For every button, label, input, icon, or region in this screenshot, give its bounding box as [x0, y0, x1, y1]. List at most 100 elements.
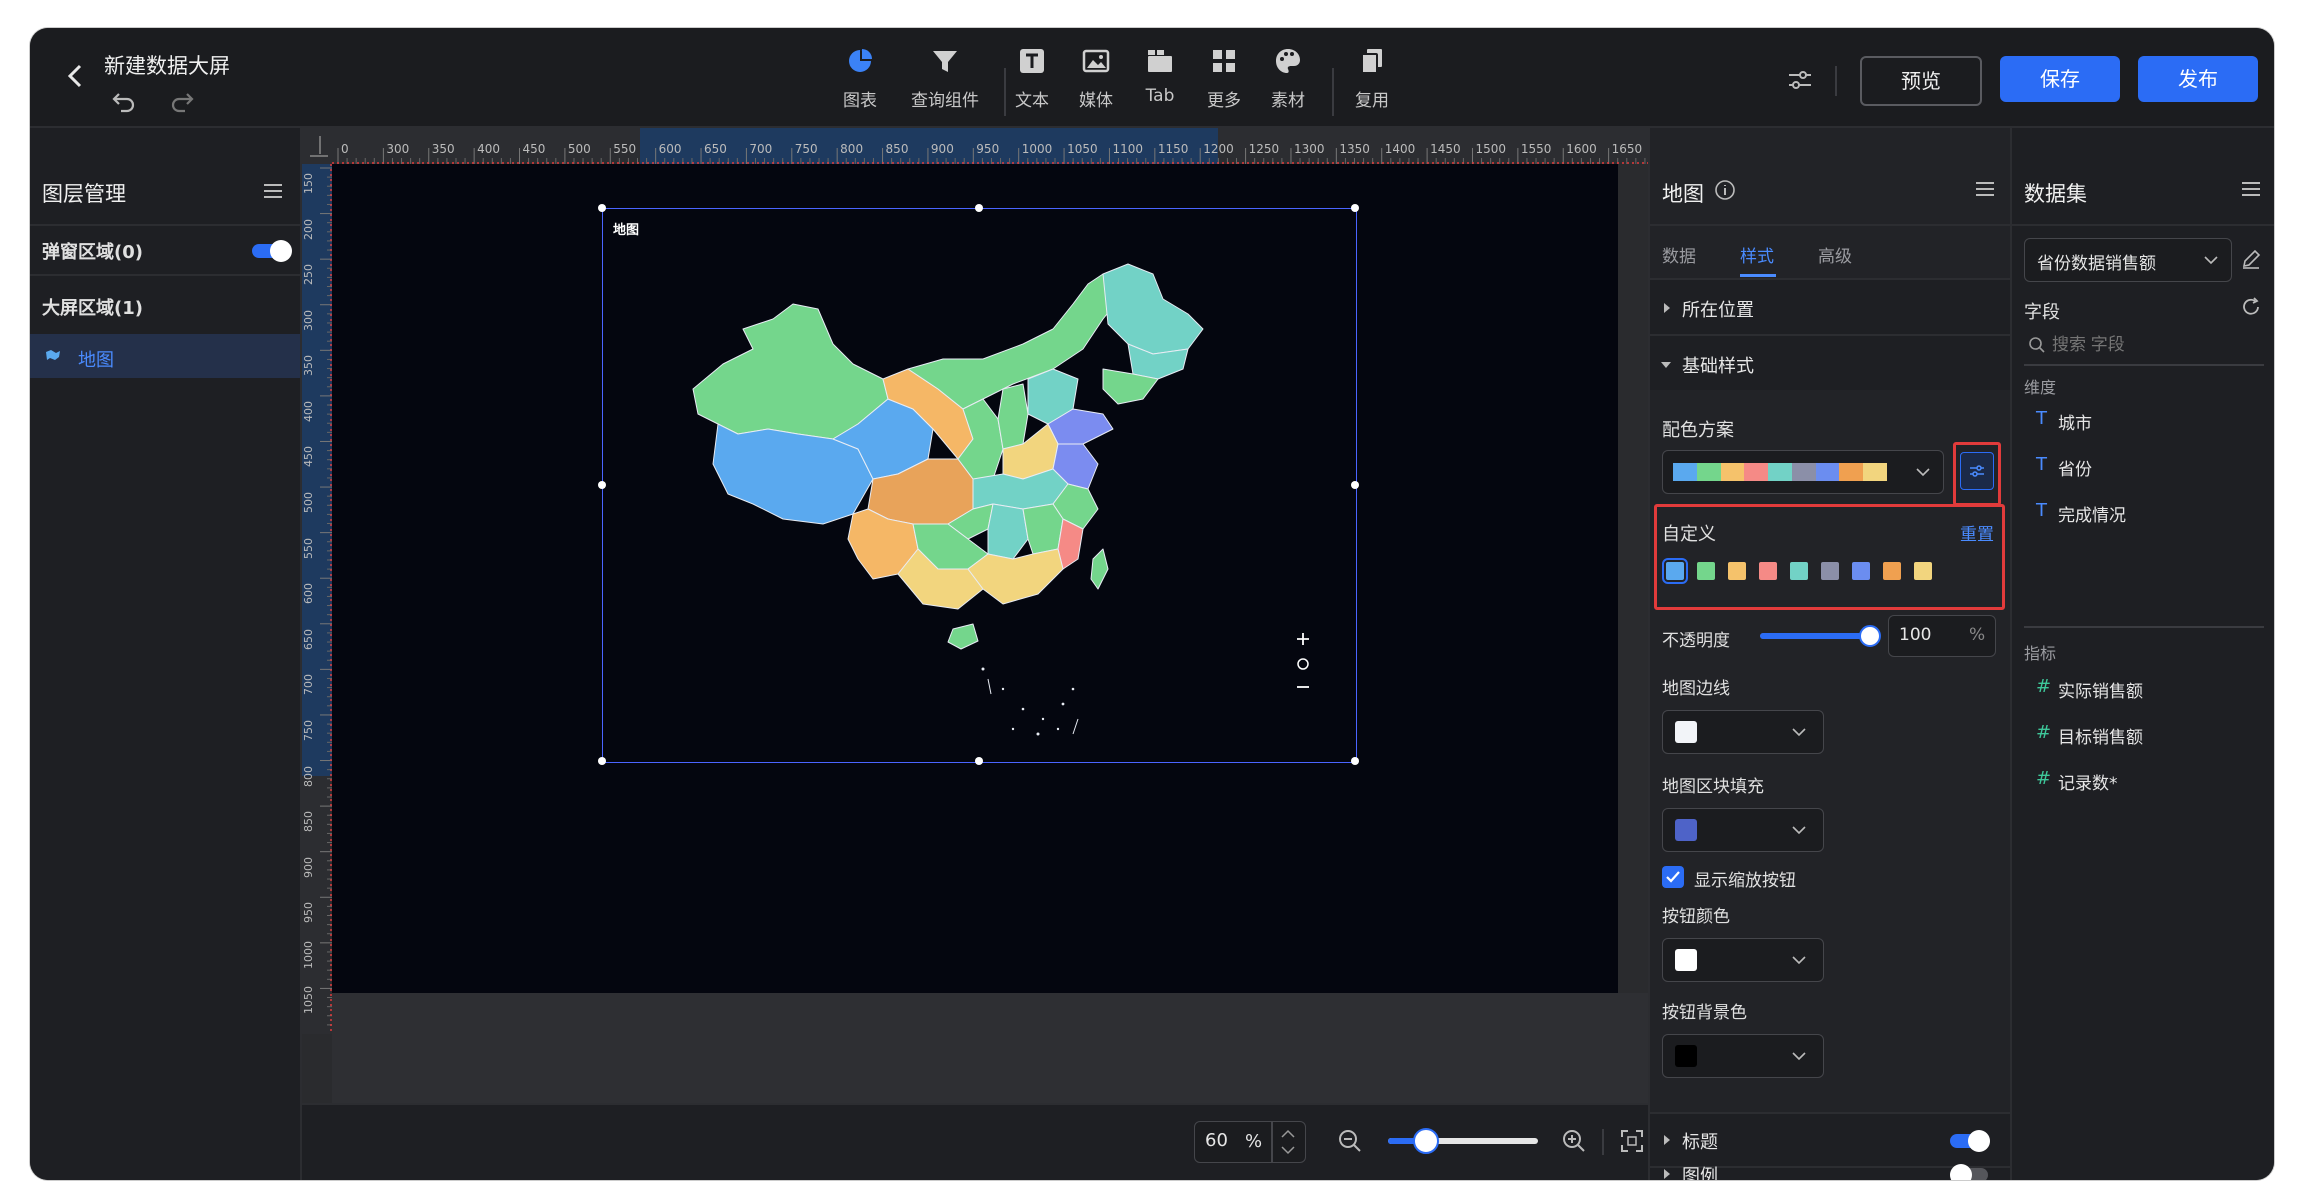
dimension-field[interactable]: T 省份: [2036, 452, 2256, 482]
stepper-icon[interactable]: [1277, 1126, 1299, 1158]
color-swatch: [1675, 721, 1697, 743]
palette-swatch[interactable]: [1852, 562, 1870, 580]
palette-swatch[interactable]: [1790, 562, 1808, 580]
measure-field[interactable]: # 目标销售额: [2036, 720, 2256, 750]
menu-icon[interactable]: [2240, 180, 2262, 198]
show-zoom-checkbox[interactable]: [1662, 866, 1684, 888]
ruler-label: 1250: [1248, 142, 1280, 156]
scheme-color: [1768, 463, 1792, 481]
dimension-label: 维度: [2024, 378, 2057, 397]
section-position[interactable]: 所在位置: [1650, 280, 2010, 334]
screen-section[interactable]: 大屏区域(1): [42, 294, 143, 320]
field-label: 省份: [2058, 460, 2092, 480]
zoom-slider-handle[interactable]: [1412, 1128, 1439, 1154]
ruler-label: 800: [302, 765, 315, 787]
menu-icon[interactable]: [1974, 180, 1996, 198]
legend-toggle[interactable]: [1950, 1164, 1988, 1180]
palette-swatch[interactable]: [1914, 562, 1932, 580]
preview-button[interactable]: 预览: [1860, 56, 1982, 106]
zoom-slider[interactable]: [1388, 1128, 1538, 1154]
button-bg-color-picker[interactable]: [1662, 1034, 1824, 1078]
measure-field[interactable]: # 记录数*: [2036, 766, 2256, 796]
ruler-label: 1300: [1293, 142, 1325, 156]
edit-icon[interactable]: [2240, 248, 2262, 270]
redo-icon[interactable]: [168, 86, 196, 114]
publish-button[interactable]: 发布: [2138, 56, 2258, 102]
color-scheme-select[interactable]: [1662, 450, 1944, 494]
info-icon[interactable]: [1714, 179, 1736, 201]
zoom-in-icon[interactable]: [1291, 629, 1315, 649]
ruler-label: 450: [302, 446, 315, 468]
zoom-in-icon[interactable]: [1560, 1127, 1588, 1155]
ruler-label: 1500: [1475, 142, 1507, 156]
undo-icon[interactable]: [110, 86, 138, 114]
tool-reuse[interactable]: 复用: [1332, 46, 1412, 111]
china-map[interactable]: [683, 249, 1283, 749]
reset-view-icon[interactable]: [1291, 654, 1315, 674]
resize-handle[interactable]: [1351, 481, 1359, 489]
ruler-label: 1600: [1566, 142, 1597, 156]
palette-swatch[interactable]: [1662, 558, 1688, 584]
pie-chart-icon: [849, 49, 872, 72]
zoom-input[interactable]: 60 %: [1194, 1121, 1306, 1163]
resize-handle[interactable]: [975, 757, 983, 765]
resize-handle[interactable]: [598, 204, 606, 212]
check-icon: [1666, 871, 1680, 883]
reset-link[interactable]: 重置: [1960, 520, 1994, 545]
palette-swatch[interactable]: [1883, 562, 1901, 580]
popup-toggle[interactable]: [252, 240, 292, 262]
resize-handle[interactable]: [598, 481, 606, 489]
resize-handle[interactable]: [1351, 204, 1359, 212]
fill-color-picker[interactable]: [1662, 808, 1824, 852]
dimension-field[interactable]: T 完成情况: [2036, 498, 2256, 528]
tab-style[interactable]: 样式: [1740, 242, 1774, 267]
palette-swatch[interactable]: [1759, 562, 1777, 580]
zoom-out-icon[interactable]: [1291, 677, 1315, 697]
text-type-icon: T: [2036, 454, 2047, 475]
layer-item-map[interactable]: 地图: [30, 334, 300, 378]
menu-icon[interactable]: [262, 182, 284, 200]
save-button[interactable]: 保存: [2000, 56, 2120, 102]
tab-data[interactable]: 数据: [1662, 242, 1696, 267]
resize-handle[interactable]: [975, 204, 983, 212]
back-arrow-icon[interactable]: [58, 58, 94, 94]
popup-section[interactable]: 弹窗区域(0): [42, 238, 143, 264]
opacity-slider[interactable]: [1760, 625, 1881, 647]
fit-screen-icon[interactable]: [1620, 1129, 1644, 1153]
section-legend[interactable]: 图例: [1650, 1164, 2010, 1180]
tab-advanced[interactable]: 高级: [1818, 242, 1852, 267]
palette-swatch[interactable]: [1821, 562, 1839, 580]
measure-field[interactable]: # 实际销售额: [2036, 674, 2256, 704]
dimension-field[interactable]: T 城市: [2036, 406, 2256, 436]
ruler-label: 850: [885, 142, 909, 156]
settings-sliders-icon[interactable]: [1786, 66, 1814, 94]
section-title[interactable]: 标题: [1650, 1114, 2010, 1166]
tool-query[interactable]: 查询组件: [895, 46, 995, 111]
section-basic[interactable]: 基础样式: [1650, 336, 2010, 390]
border-color-picker[interactable]: [1662, 710, 1824, 754]
resize-handle[interactable]: [1351, 757, 1359, 765]
title-toggle[interactable]: [1950, 1130, 1990, 1152]
tool-assets[interactable]: 素材: [1248, 46, 1328, 111]
palette-swatch[interactable]: [1697, 562, 1715, 580]
resize-handle[interactable]: [598, 757, 606, 765]
opacity-unit: %: [1969, 625, 1986, 645]
screen-stage[interactable]: 地图: [332, 164, 1618, 993]
dataset-select[interactable]: 省份数据销售额: [2024, 238, 2232, 282]
search-icon: [2029, 337, 2045, 353]
palette-swatch[interactable]: [1728, 562, 1746, 580]
button-color-picker[interactable]: [1662, 938, 1824, 982]
dataset-panel-title: 数据集: [2024, 182, 2087, 206]
chevron-down-icon: [1792, 728, 1806, 737]
canvas-margin: [332, 993, 1648, 1103]
map-component[interactable]: 地图: [598, 204, 1359, 765]
refresh-icon[interactable]: [2240, 296, 2262, 318]
field-search-input[interactable]: [2050, 328, 2254, 362]
section-label: 图例: [1682, 1166, 1718, 1180]
canvas-area: 0 300 350 400 450 500 550 600 650 700 750 800 850 900…: [302, 128, 1648, 1180]
custom-color-button[interactable]: [1960, 452, 1994, 490]
opacity-slider-handle[interactable]: [1859, 625, 1881, 647]
tool-chart[interactable]: 图表: [820, 46, 900, 111]
zoom-out-icon[interactable]: [1336, 1127, 1364, 1155]
opacity-input[interactable]: 100 %: [1888, 615, 1996, 657]
